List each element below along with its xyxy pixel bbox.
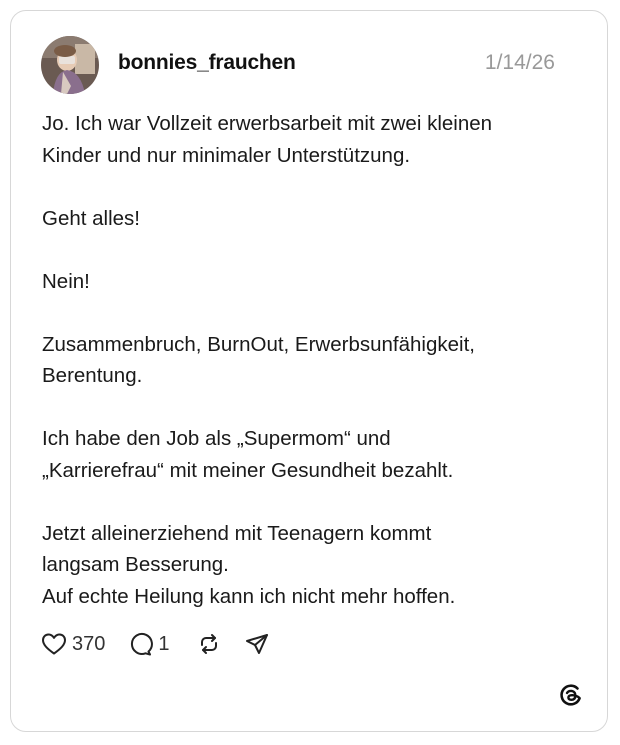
post-paragraph: Geht alles! xyxy=(42,203,582,235)
repost-icon xyxy=(197,632,221,656)
threads-logo-icon[interactable] xyxy=(558,682,584,708)
post-text-line: Jetzt alleinerziehend mit Teenagern komm… xyxy=(42,521,432,545)
repost-button[interactable] xyxy=(197,632,221,656)
reply-count: 1 xyxy=(158,632,170,655)
post-text-line: Berentung. xyxy=(42,364,143,387)
post-card: bonnies_frauchen 1/14/26 Jo. Ich war Vol… xyxy=(10,10,608,732)
post-text-line: Nein! xyxy=(42,269,90,293)
post-paragraph: Zusammenbruch, BurnOut, Erwerbsunfähigke… xyxy=(42,329,582,392)
post-text-line: langsam Besserung. xyxy=(42,553,229,576)
post-text-line: Jo. Ich war Vollzeit erwerbsarbeit mit z… xyxy=(42,112,493,135)
avatar[interactable] xyxy=(41,36,99,94)
like-button[interactable]: 370 xyxy=(41,632,105,656)
post-paragraph: Jo. Ich war Vollzeit erwerbsarbeit mit z… xyxy=(42,108,582,171)
post-text-line: Geht alles! xyxy=(42,206,140,230)
post-text-line: Auf echte Heilung kann ich nicht mehr ho… xyxy=(42,584,456,608)
post-body: Jo. Ich war Vollzeit erwerbsarbeit mit z… xyxy=(42,108,582,612)
post-text-line: Kinder und nur minimaler Unterstützung. xyxy=(42,143,411,167)
action-bar: 370 1 xyxy=(41,628,269,660)
comment-bubble-icon xyxy=(127,631,154,657)
post-text-line: Zusammenbruch, BurnOut, Erwerbsunfähigke… xyxy=(42,332,475,356)
post-date: 1/14/26 xyxy=(484,51,555,74)
share-button[interactable] xyxy=(245,632,269,656)
post-text-line: „Karrierefrau“ mit meiner Gesundheit bez… xyxy=(42,458,454,482)
send-icon xyxy=(245,632,269,656)
post-paragraph: Jetzt alleinerziehend mit Teenagern komm… xyxy=(42,518,582,613)
heart-icon xyxy=(41,632,67,656)
post-text-line: Ich habe den Job als „Supermom“ und xyxy=(42,427,391,450)
username[interactable]: bonnies_frauchen xyxy=(118,51,296,75)
post-paragraph: Nein! xyxy=(42,266,582,298)
post-paragraph: Ich habe den Job als „Supermom“ und „Karr… xyxy=(42,423,582,486)
reply-button[interactable]: 1 xyxy=(127,631,170,657)
like-count: 370 xyxy=(72,632,106,655)
